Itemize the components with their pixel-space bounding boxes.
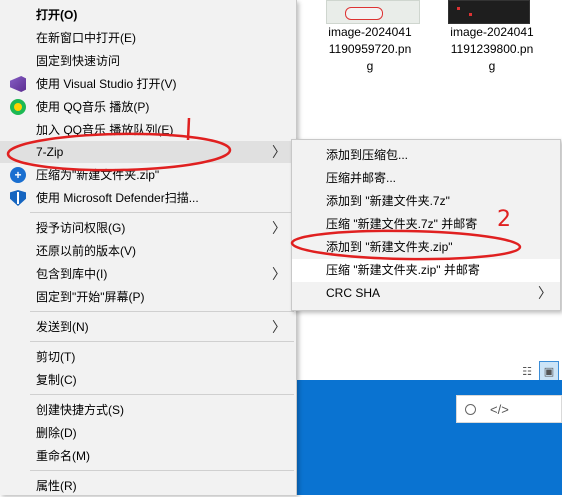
defender-shield-icon [10, 190, 26, 206]
window-toolbar-strip: </> [456, 395, 562, 423]
qq-music-icon [10, 99, 26, 115]
menu-item-label: 发送到(N) [36, 320, 89, 334]
file-name-2[interactable]: image-2024041 1191239800.pn g [444, 24, 540, 75]
file-name-line: g [488, 59, 496, 73]
menu-item-label: 重命名(M) [36, 449, 90, 463]
menu-item-label: 创建快捷方式(S) [36, 403, 124, 417]
submenu-item-label: 添加到 "新建文件夹.7z" [326, 194, 450, 208]
menu-separator [30, 212, 294, 213]
file-name-line: image-2024041 [328, 25, 412, 39]
file-name-line: image-2024041 [450, 25, 534, 39]
thumbnail-mark [469, 13, 472, 16]
menu-item-label: 使用 QQ音乐 播放(P) [36, 100, 150, 114]
file-name-1[interactable]: image-2024041 1190959720.pn g [322, 24, 418, 75]
view-mode-switcher: ☷ ▣ [517, 360, 559, 382]
chevron-right-icon: 〉 [272, 266, 286, 282]
menu-item-copy[interactable]: 复制(C) [0, 369, 296, 391]
menu-item-restore-versions[interactable]: 还原以前的版本(V) [0, 240, 296, 262]
submenu-item-label: 压缩 "新建文件夹.zip" 并邮寄 [326, 263, 480, 277]
menu-item-open[interactable]: 打开(O) [0, 4, 296, 26]
menu-item-label: 在新窗口中打开(E) [36, 31, 136, 45]
menu-item-delete[interactable]: 删除(D) [0, 422, 296, 444]
menu-item-label: 使用 Microsoft Defender扫描... [36, 191, 199, 205]
menu-item-label: 固定到快速访问 [36, 54, 121, 68]
menu-item-create-shortcut[interactable]: 创建快捷方式(S) [0, 399, 296, 421]
menu-item-label: 包含到库中(I) [36, 267, 108, 281]
menu-item-compress-zip[interactable]: + 压缩为"新建文件夹.zip" [0, 164, 296, 186]
submenu-7zip: 添加到压缩包... 压缩并邮寄... 添加到 "新建文件夹.7z" 压缩 "新建… [291, 139, 561, 311]
menu-item-label: 使用 Visual Studio 打开(V) [36, 77, 177, 91]
thumbnail-image-content [345, 7, 383, 20]
submenu-item-label: 添加到 "新建文件夹.zip" [326, 240, 453, 254]
code-icon[interactable]: </> [490, 402, 509, 417]
menu-item-label: 还原以前的版本(V) [36, 244, 136, 258]
submenu-item-compress-zip-email[interactable]: 压缩 "新建文件夹.zip" 并邮寄 [292, 259, 560, 282]
submenu-item-compress-7z-email[interactable]: 压缩 "新建文件夹.7z" 并邮寄 [292, 213, 560, 236]
submenu-item-add-7z[interactable]: 添加到 "新建文件夹.7z" [292, 190, 560, 213]
menu-item-properties[interactable]: 属性(R) [0, 475, 296, 497]
menu-separator [30, 311, 294, 312]
menu-item-label: 固定到"开始"屏幕(P) [36, 290, 145, 304]
submenu-item-label: 添加到压缩包... [326, 148, 409, 162]
menu-item-cut[interactable]: 剪切(T) [0, 346, 296, 368]
submenu-item-compress-email[interactable]: 压缩并邮寄... [292, 167, 560, 190]
file-name-line: 1191239800.pn [450, 42, 534, 56]
menu-item-label: 复制(C) [36, 373, 77, 387]
file-thumbnail-2[interactable] [448, 0, 530, 24]
menu-item-pin-quick-access[interactable]: 固定到快速访问 [0, 50, 296, 72]
menu-item-7zip[interactable]: 7-Zip 〉 [0, 141, 296, 163]
context-menu: 打开(O) 在新窗口中打开(E) 固定到快速访问 使用 Visual Studi… [0, 0, 297, 495]
chevron-right-icon: 〉 [272, 319, 286, 335]
visual-studio-icon [10, 76, 26, 92]
menu-separator [30, 394, 294, 395]
file-thumbnail-1[interactable] [326, 0, 420, 24]
submenu-item-label: 压缩并邮寄... [326, 171, 397, 185]
chevron-right-icon: 〉 [272, 220, 286, 236]
menu-item-defender-scan[interactable]: 使用 Microsoft Defender扫描... [0, 187, 296, 209]
submenu-item-label: CRC SHA [326, 286, 381, 300]
menu-item-grant-access[interactable]: 授予访问权限(G) 〉 [0, 217, 296, 239]
menu-item-rename[interactable]: 重命名(M) [0, 445, 296, 467]
menu-item-qq-music-play[interactable]: 使用 QQ音乐 播放(P) [0, 96, 296, 118]
chevron-right-icon: 〉 [272, 144, 286, 160]
submenu-item-add-to-archive[interactable]: 添加到压缩包... [292, 144, 560, 167]
file-name-line: g [366, 59, 374, 73]
menu-item-label: 授予访问权限(G) [36, 221, 126, 235]
menu-item-label: 剪切(T) [36, 350, 76, 364]
menu-separator [30, 341, 294, 342]
menu-item-label: 加入 QQ音乐 播放队列(E) [36, 123, 174, 137]
zip-icon: + [10, 167, 26, 183]
file-name-line: 1190959720.pn [328, 42, 412, 56]
menu-item-open-visual-studio[interactable]: 使用 Visual Studio 打开(V) [0, 73, 296, 95]
large-icons-view-icon[interactable]: ▣ [539, 361, 559, 381]
submenu-item-label: 压缩 "新建文件夹.7z" 并邮寄 [326, 217, 478, 231]
menu-item-label: 7-Zip [36, 145, 64, 159]
menu-item-label: 打开(O) [36, 8, 78, 22]
submenu-item-add-zip[interactable]: 添加到 "新建文件夹.zip" [292, 236, 560, 259]
menu-item-pin-start[interactable]: 固定到"开始"屏幕(P) [0, 286, 296, 308]
menu-item-label: 压缩为"新建文件夹.zip" [36, 168, 160, 182]
menu-item-label: 删除(D) [36, 426, 77, 440]
menu-separator [30, 470, 294, 471]
submenu-item-crc-sha[interactable]: CRC SHA 〉 [292, 282, 560, 305]
chevron-right-icon: 〉 [538, 285, 552, 301]
details-view-icon[interactable]: ☷ [517, 361, 537, 381]
thumbnail-mark [457, 7, 460, 10]
menu-item-send-to[interactable]: 发送到(N) 〉 [0, 316, 296, 338]
menu-item-label: 属性(R) [36, 479, 77, 493]
menu-item-open-new-window[interactable]: 在新窗口中打开(E) [0, 27, 296, 49]
menu-item-qq-music-queue[interactable]: 加入 QQ音乐 播放队列(E) [0, 119, 296, 141]
menu-item-include-library[interactable]: 包含到库中(I) 〉 [0, 263, 296, 285]
circle-icon[interactable] [465, 403, 476, 415]
